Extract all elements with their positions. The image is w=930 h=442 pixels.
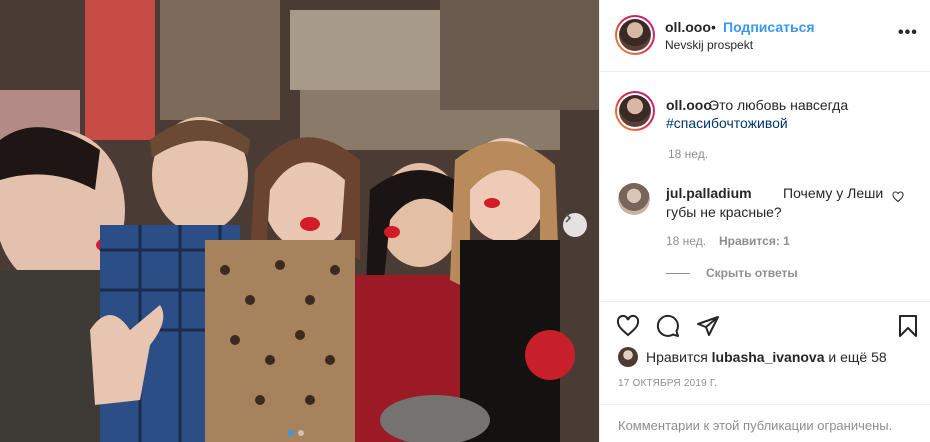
likes-others[interactable]: и ещё 58 xyxy=(828,349,886,365)
comment-button[interactable] xyxy=(656,314,680,341)
location-link[interactable]: Nevskij prospekt xyxy=(665,38,753,52)
caption-timestamp[interactable]: 18 нед. xyxy=(668,147,708,161)
author-username[interactable]: oll.ooo xyxy=(665,19,711,35)
carousel-dot-active xyxy=(288,430,294,436)
liker-avatar[interactable] xyxy=(618,347,638,367)
comment-like-heart-icon[interactable] xyxy=(892,190,904,206)
comment-timestamp[interactable]: 18 нед. xyxy=(666,234,706,248)
post-details-panel: oll.ooo • Подписаться Nevskij prospekt •… xyxy=(599,0,930,442)
follow-button[interactable]: Подписаться xyxy=(723,19,815,35)
bookmark-icon xyxy=(899,315,917,337)
liker-username[interactable]: lubasha_ivanova xyxy=(712,349,825,365)
chevron-right-icon xyxy=(565,213,572,223)
photo-illustration xyxy=(0,0,599,442)
post-header: oll.ooo • Подписаться Nevskij prospekt •… xyxy=(600,0,930,72)
post-date[interactable]: 17 ОКТЯБРЯ 2019 Г. xyxy=(618,378,717,389)
post-photo[interactable] xyxy=(0,0,599,442)
likes-summary: Нравится lubasha_ivanova и ещё 58 xyxy=(646,349,887,365)
heart-icon xyxy=(892,191,904,203)
author-avatar[interactable] xyxy=(615,15,655,55)
hide-replies-button[interactable]: Скрыть ответы xyxy=(706,266,798,280)
replies-divider xyxy=(666,273,690,274)
share-icon xyxy=(697,316,719,336)
carousel-dot xyxy=(298,430,304,436)
share-button[interactable] xyxy=(696,314,720,341)
comment-text: Почему у Леши xyxy=(783,185,884,201)
comment-likes-count[interactable]: Нравится: 1 xyxy=(719,234,790,248)
separator-dot: • xyxy=(711,19,716,35)
likes-prefix: Нравится xyxy=(646,349,708,365)
carousel-next-button[interactable] xyxy=(563,213,587,237)
comment-text-continued: губы не красные? xyxy=(666,204,782,220)
more-icon[interactable]: ••• xyxy=(898,24,918,42)
post-actions: Нравится lubasha_ivanova и ещё 58 17 ОКТ… xyxy=(600,301,930,442)
caption-username[interactable]: oll.ooo xyxy=(666,97,712,113)
carousel-indicator xyxy=(288,430,304,436)
commenter-avatar[interactable] xyxy=(618,183,650,215)
caption-text: Это любовь навсегда xyxy=(709,97,849,113)
caption-hashtag[interactable]: #спасибочтоживой xyxy=(666,115,788,131)
like-button[interactable] xyxy=(616,314,640,341)
comment-username[interactable]: jul.palladium xyxy=(666,185,752,201)
comments-restricted-notice: Комментарии к этой публикации ограничены… xyxy=(600,404,930,442)
caption-avatar[interactable] xyxy=(615,91,655,131)
heart-icon xyxy=(616,314,640,337)
comment-icon xyxy=(656,314,679,337)
save-button[interactable] xyxy=(896,314,920,341)
